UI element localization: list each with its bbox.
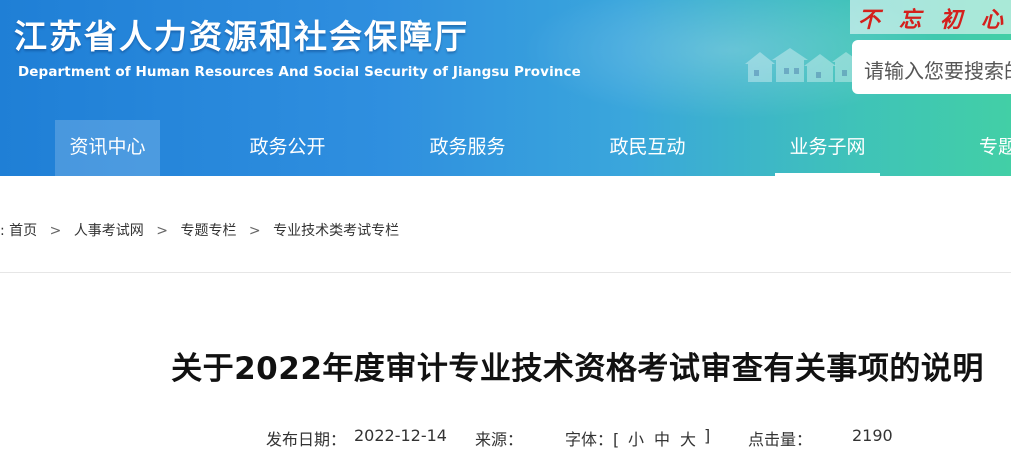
source-label: 来源： — [475, 430, 524, 449]
breadcrumb: : 首页 > 人事考试网 > 专题专栏 > 专业技术类考试专栏 — [0, 220, 399, 240]
content-divider — [0, 272, 1011, 273]
site-header: 江苏省人力资源和社会保障厅 Department of Human Resour… — [0, 0, 1011, 176]
breadcrumb-lead: : — [0, 223, 5, 239]
article-title: 关于2022年度审计专业技术资格考试审查有关事项的说明 — [171, 351, 984, 387]
nav-item-government-services[interactable]: 政务服务 — [415, 120, 520, 176]
breadcrumb-item-special-column[interactable]: 专题专栏 — [180, 220, 236, 240]
publish-date: 2022-12-14 — [354, 426, 447, 445]
slogan: 不忘初心 — [858, 7, 1011, 33]
font-size-medium-button[interactable]: 中 — [654, 426, 670, 450]
breadcrumb-item-exam-site[interactable]: 人事考试网 — [74, 220, 144, 240]
font-size-small-button[interactable]: 小 — [628, 426, 644, 450]
publish-date-label: 发布日期： — [266, 430, 347, 449]
site-title[interactable]: 江苏省人力资源和社会保障厅 — [14, 10, 469, 58]
site-subtitle: Department of Human Resources And Social… — [18, 64, 581, 80]
nav-item-public-interaction[interactable]: 政民互动 — [595, 120, 700, 176]
breadcrumb-separator: > — [156, 223, 168, 239]
breadcrumb-separator: > — [248, 223, 261, 239]
search-input[interactable] — [852, 40, 1011, 94]
font-size-large-button[interactable]: 大 — [680, 426, 696, 450]
breadcrumb-item-home[interactable]: 首页 — [9, 220, 37, 240]
nav-item-special-topics[interactable]: 专题专 — [955, 120, 1011, 176]
nav-item-government-affairs[interactable]: 政务公开 — [235, 120, 340, 176]
main-nav: 资讯中心 政务公开 政务服务 政民互动 业务子网 专题专 — [0, 120, 1011, 176]
nav-item-news-center[interactable]: 资讯中心 — [55, 120, 160, 176]
views-label: 点击量： — [748, 430, 813, 449]
font-size-label: 字体：[ — [565, 430, 620, 449]
landscape-illustration — [745, 48, 860, 82]
font-size-close-bracket: ] — [704, 426, 711, 445]
breadcrumb-separator: > — [49, 223, 62, 239]
nav-item-business-subsites[interactable]: 业务子网 — [775, 120, 880, 176]
breadcrumb-item-professional-exam[interactable]: 专业技术类考试专栏 — [273, 220, 399, 240]
views-count: 2190 — [852, 426, 893, 445]
